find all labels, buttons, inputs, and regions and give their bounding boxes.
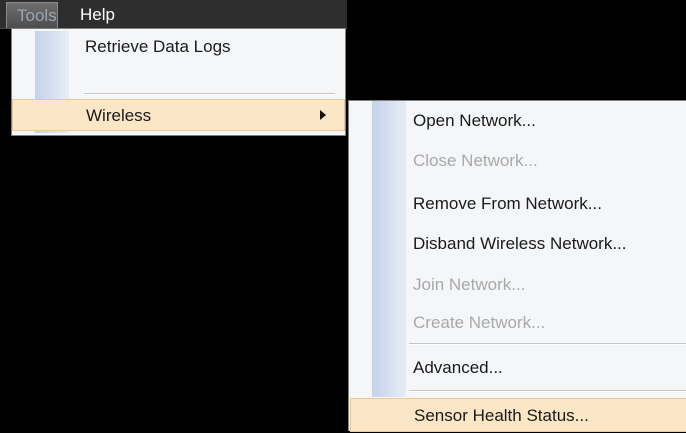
- menu-item-remove-from-network[interactable]: Remove From Network...: [349, 186, 686, 221]
- menu-separator: [84, 93, 335, 95]
- menu-bar: Tools Help: [0, 0, 347, 29]
- menu-item-label: Advanced...: [413, 358, 503, 377]
- menu-item-disband-wireless-network[interactable]: Disband Wireless Network...: [349, 226, 686, 261]
- menu-item-label: Sensor Health Status...: [414, 406, 589, 425]
- menu-item-label: Close Network...: [413, 151, 538, 170]
- menu-separator: [409, 390, 686, 392]
- submenu-arrow-icon: [320, 110, 326, 120]
- menu-item-sensor-health-status[interactable]: Sensor Health Status...: [350, 398, 686, 432]
- menu-item-label: Retrieve Data Logs: [85, 37, 231, 56]
- menu-item-create-network: Create Network...: [349, 305, 686, 340]
- menu-tools[interactable]: Tools: [6, 2, 58, 28]
- menu-item-retrieve-data-logs[interactable]: Retrieve Data Logs: [12, 29, 345, 65]
- menu-item-label: Disband Wireless Network...: [413, 234, 627, 253]
- menu-item-label: Open Network...: [413, 111, 536, 130]
- menu-item-close-network: Close Network...: [349, 143, 686, 178]
- menu-item-label: Remove From Network...: [413, 194, 602, 213]
- menu-help[interactable]: Help: [70, 2, 125, 28]
- menu-item-label: Join Network...: [413, 275, 526, 294]
- tools-dropdown: Retrieve Data Logs Wireless: [11, 28, 346, 136]
- menu-item-open-network[interactable]: Open Network...: [349, 103, 686, 138]
- menu-item-label: Create Network...: [413, 313, 546, 332]
- wireless-submenu: Open Network... Close Network... Remove …: [348, 100, 686, 432]
- menu-separator: [409, 343, 686, 345]
- menu-item-label: Wireless: [86, 106, 152, 125]
- menu-item-advanced[interactable]: Advanced...: [349, 350, 686, 385]
- menu-item-wireless[interactable]: Wireless: [12, 99, 345, 131]
- menu-item-join-network: Join Network...: [349, 267, 686, 302]
